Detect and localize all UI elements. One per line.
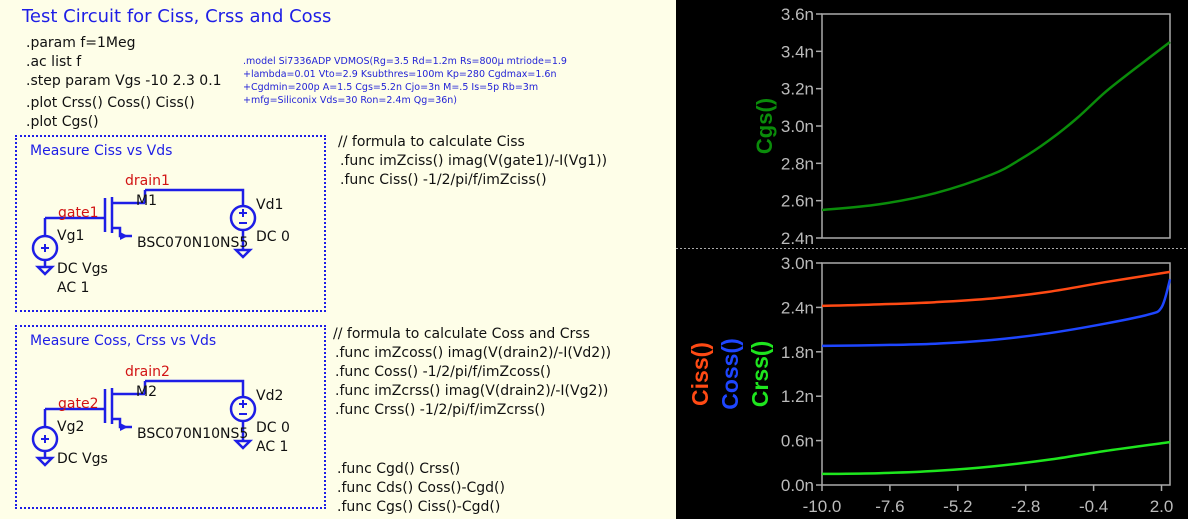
y-tick-label: 1.8n <box>781 343 814 362</box>
comment-text[interactable]: // formula to calculate Ciss <box>338 134 525 150</box>
y-tick-label: 0.0n <box>781 476 814 495</box>
x-tick-label: -10.0 <box>803 497 842 516</box>
y-tick-label: 1.2n <box>781 387 814 406</box>
source-value[interactable]: AC 1 <box>256 439 288 455</box>
y-tick-label: 3.6n <box>781 5 814 24</box>
mosfet-label[interactable]: M1 <box>136 193 157 209</box>
y-tick-label: 0.6n <box>781 432 814 451</box>
y-tick-label: 3.0n <box>781 117 814 136</box>
func-directive[interactable]: .func imZcoss() imag(V(drain2)/-I(Vd2)) <box>335 345 611 361</box>
schematic-editor[interactable]: Test Circuit for Ciss, Crss and Coss .pa… <box>0 0 676 519</box>
mosfet-part[interactable]: BSC070N10NS5 <box>137 235 248 251</box>
plot-pane-cgs: 3.6n 3.4n 3.2n 3.0n 2.8n 2.6n 2.4n Cgs() <box>752 5 1171 248</box>
source-label[interactable]: Vg1 <box>57 228 84 244</box>
source-label[interactable]: Vd2 <box>256 388 283 404</box>
y-tick-label: 2.4n <box>781 298 814 317</box>
func-directive[interactable]: .func Cds() Coss()-Cgd() <box>337 480 505 496</box>
func-directive[interactable]: .func Cgd() Crss() <box>337 461 460 477</box>
y-tick-label: 3.4n <box>781 42 814 61</box>
x-tick-label: 2.0 <box>1150 497 1174 516</box>
net-label-gate2[interactable]: gate2 <box>58 396 98 412</box>
x-tick-label: -2.8 <box>1011 497 1040 516</box>
y-axis-label-cgs: Cgs() <box>752 98 777 154</box>
source-value[interactable]: DC Vgs <box>57 451 108 467</box>
waveform-viewer[interactable]: 3.6n 3.4n 3.2n 3.0n 2.8n 2.6n 2.4n Cgs() 3.0n 2.… <box>676 0 1188 519</box>
source-value[interactable]: DC 0 <box>256 229 290 245</box>
net-label-drain2[interactable]: drain2 <box>125 364 170 380</box>
plot-frame <box>821 262 1171 486</box>
y-tick-label: 2.8n <box>781 154 814 173</box>
x-tick-label: -5.2 <box>943 497 972 516</box>
x-tick-label: -7.6 <box>875 497 904 516</box>
y-tick-label: 2.4n <box>781 229 814 248</box>
mosfet-label[interactable]: M2 <box>136 384 157 400</box>
x-tick-label: -0.4 <box>1079 497 1108 516</box>
y-axis-label-crss: Crss() <box>747 341 773 407</box>
net-label-gate1[interactable]: gate1 <box>58 205 98 221</box>
func-directive[interactable]: .func Cgs() Ciss()-Cgd() <box>337 499 500 515</box>
schematic-wires <box>31 188 257 467</box>
func-directive[interactable]: .func imZcrss() imag(V(drain2)/-I(Vg2)) <box>335 383 608 399</box>
func-directive[interactable]: .func Ciss() -1/2/pi/f/imZciss() <box>340 172 547 188</box>
y-axis-label-ciss: Ciss() <box>687 342 713 406</box>
func-directive[interactable]: .func Crss() -1/2/pi/f/imZcrss() <box>335 402 545 418</box>
source-value[interactable]: AC 1 <box>57 280 89 296</box>
plot-pane-capacitances: 3.0n 2.4n 1.8n 1.2n 0.6n 0.0n -10.0 -7.6 -5.2 -2.… <box>687 254 1173 516</box>
series-line-coss <box>821 278 1172 348</box>
y-tick-label: 2.6n <box>781 192 814 211</box>
y-tick-label: 3.2n <box>781 80 814 99</box>
series-line-cgs <box>821 41 1171 212</box>
mosfet-part[interactable]: BSC070N10NS5 <box>137 426 248 442</box>
series-line-crss <box>821 440 1171 476</box>
comment-text[interactable]: // formula to calculate Coss and Crss <box>333 326 590 342</box>
source-value[interactable]: DC Vgs <box>57 261 108 277</box>
plot-canvas[interactable]: 3.6n 3.4n 3.2n 3.0n 2.8n 2.6n 2.4n Cgs() 3.0n 2.… <box>676 0 1188 519</box>
y-tick-label: 3.0n <box>781 254 814 273</box>
func-directive[interactable]: .func Coss() -1/2/pi/f/imZcoss() <box>335 364 551 380</box>
net-label-drain1[interactable]: drain1 <box>125 173 170 189</box>
y-axis-label-coss: Coss() <box>717 338 743 410</box>
func-directive[interactable]: .func imZciss() imag(V(gate1)/-I(Vg1)) <box>340 153 607 169</box>
source-label[interactable]: Vg2 <box>57 419 84 435</box>
series-line-ciss <box>821 270 1171 308</box>
source-value[interactable]: DC 0 <box>256 420 290 436</box>
source-label[interactable]: Vd1 <box>256 197 283 213</box>
